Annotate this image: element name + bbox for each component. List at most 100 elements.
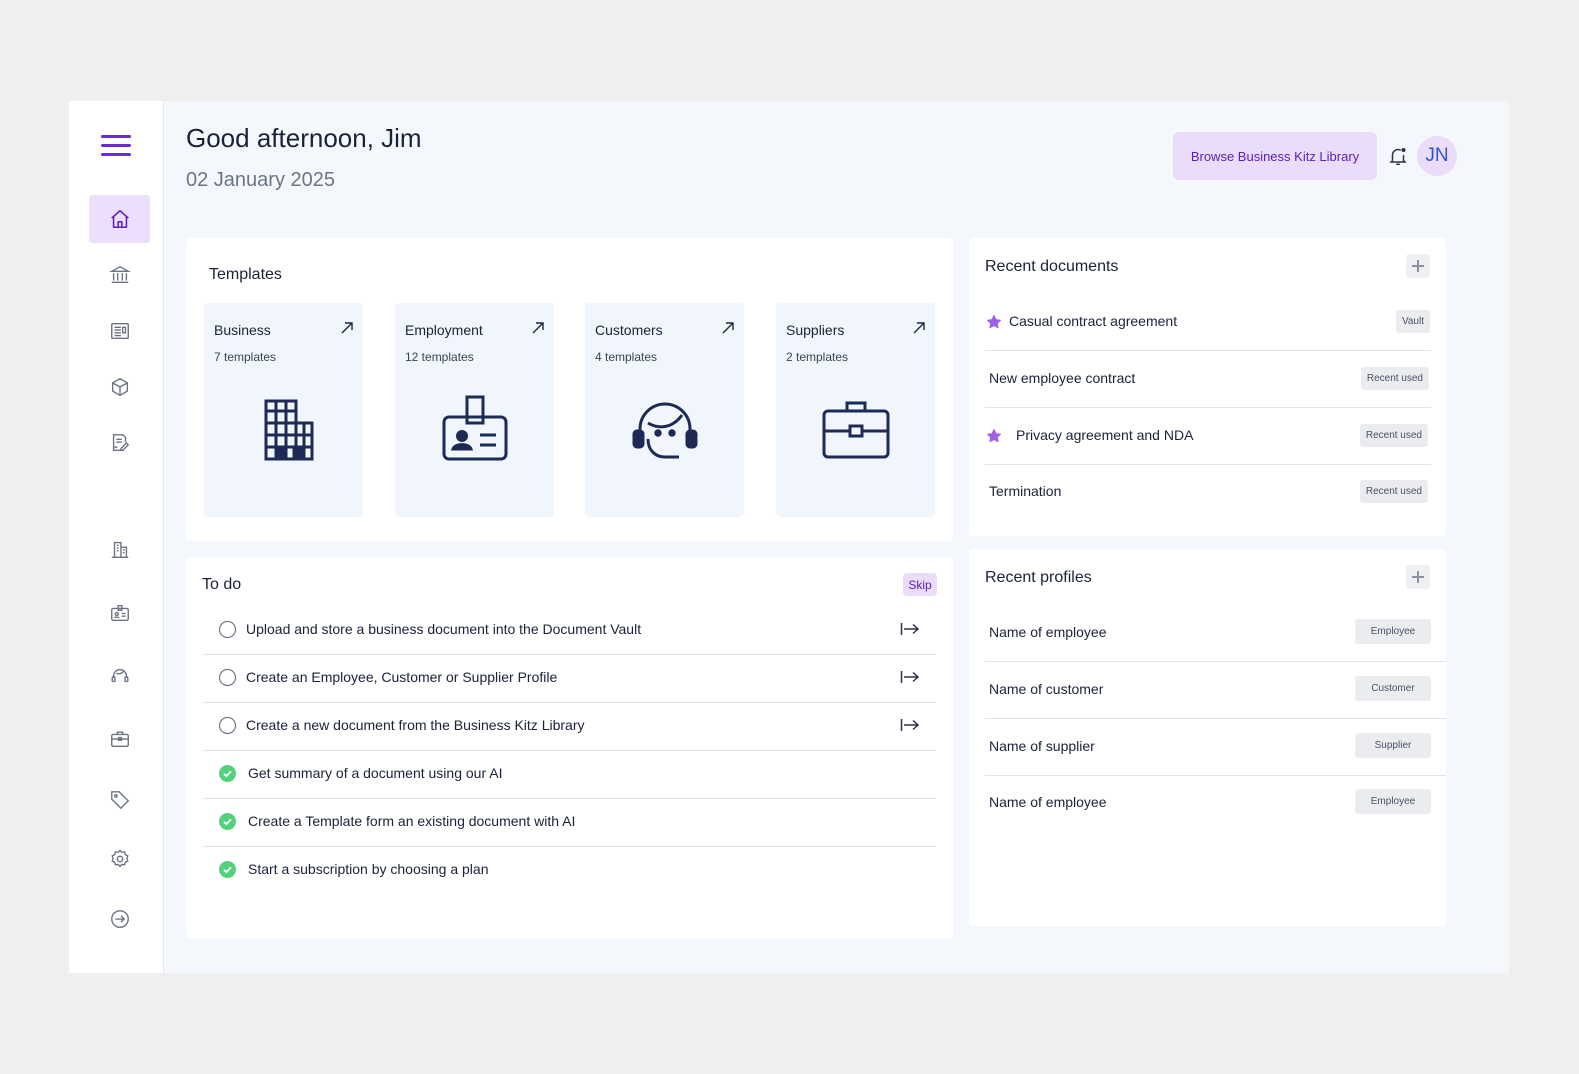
todo-item[interactable]: Create an Employee, Customer or Supplier…: [203, 655, 936, 703]
check-circle-icon: [219, 765, 236, 782]
todo-text: Get summary of a document using our AI: [248, 765, 503, 781]
arrow-up-right-icon: [341, 322, 353, 334]
todo-card: To do Skip Upload and store a business d…: [186, 557, 953, 939]
add-profile-button[interactable]: [1406, 565, 1430, 589]
todo-text: Start a subscription by choosing a plan: [248, 861, 489, 877]
gear-icon: [110, 849, 129, 868]
document-tag: Recent used: [1359, 424, 1428, 447]
template-name: Business: [214, 322, 271, 338]
logout-icon: [110, 910, 129, 928]
todo-title: To do: [202, 576, 242, 593]
arrow-right-to-bar-icon[interactable]: [900, 717, 920, 733]
document-name: Privacy agreement and NDA: [1016, 427, 1194, 443]
nav-suppliers[interactable]: [89, 715, 150, 763]
document-row[interactable]: Privacy agreement and NDA Recent used: [985, 408, 1431, 465]
profile-row[interactable]: Name of employee Employee: [985, 605, 1446, 662]
building-icon: [111, 541, 128, 558]
browse-library-button[interactable]: Browse Business Kitz Library: [1173, 132, 1377, 180]
template-name: Suppliers: [786, 322, 845, 338]
profile-tag: Supplier: [1355, 733, 1431, 758]
headset-icon: [632, 402, 698, 459]
template-name: Employment: [405, 322, 483, 338]
profile-tag: Employee: [1355, 619, 1431, 644]
unchecked-circle-icon[interactable]: [219, 621, 236, 638]
page-title: Good afternoon, Jim: [186, 123, 422, 153]
hamburger-menu-icon[interactable]: [101, 135, 131, 157]
template-count: 7 templates: [214, 350, 277, 364]
check-circle-icon: [219, 861, 236, 878]
nav-logout[interactable]: [89, 895, 150, 943]
template-count: 2 templates: [786, 350, 849, 364]
template-customers[interactable]: Customers 4 templates: [585, 303, 744, 517]
arrow-right-to-bar-icon[interactable]: [900, 621, 920, 637]
unchecked-circle-icon[interactable]: [219, 717, 236, 734]
todo-item[interactable]: Create a Template form an existing docum…: [203, 799, 936, 847]
arrow-up-right-icon: [722, 322, 734, 334]
unchecked-circle-icon[interactable]: [219, 669, 236, 686]
recent-documents-title: Recent documents: [985, 258, 1119, 275]
nav-tags[interactable]: [89, 776, 150, 824]
current-date: 02 January 2025: [186, 169, 336, 191]
document-row[interactable]: Casual contract agreement Vault: [985, 294, 1431, 351]
todo-item[interactable]: Create a new document from the Business …: [203, 703, 936, 751]
template-count: 4 templates: [595, 350, 658, 364]
document-tag: Vault: [1395, 310, 1430, 333]
nav-settings[interactable]: [89, 835, 150, 883]
template-suppliers[interactable]: Suppliers 2 templates: [776, 303, 935, 517]
todo-item[interactable]: Upload and store a business document int…: [203, 607, 936, 655]
todo-text: Upload and store a business document int…: [246, 621, 642, 637]
nav-home[interactable]: [89, 195, 150, 243]
arrow-up-right-icon: [532, 322, 544, 334]
star-icon: [987, 315, 1001, 329]
nav-customers[interactable]: [89, 652, 150, 700]
nav-packages[interactable]: [89, 363, 150, 411]
document-name: Termination: [989, 483, 1062, 499]
arrow-right-to-bar-icon[interactable]: [900, 669, 920, 685]
nav-documents[interactable]: [89, 307, 150, 355]
briefcase-icon: [822, 401, 890, 459]
todo-item[interactable]: Start a subscription by choosing a plan: [203, 847, 936, 895]
arrow-up-right-icon: [913, 322, 925, 334]
document-tag: Recent used: [1359, 480, 1428, 503]
nav-signatures[interactable]: [89, 419, 150, 467]
template-business[interactable]: Business 7 templates: [204, 303, 363, 517]
document-row[interactable]: Termination Recent used: [985, 464, 1431, 521]
recent-profiles-title: Recent profiles: [985, 569, 1092, 586]
todo-item[interactable]: Get summary of a document using our AI: [203, 751, 936, 799]
recent-profiles-card: Recent profiles Name of employee Employe…: [969, 549, 1446, 926]
signature-icon: [112, 434, 129, 452]
package-icon: [111, 378, 128, 396]
profile-name: Name of customer: [989, 681, 1104, 697]
check-circle-icon: [219, 813, 236, 830]
templates-card: Templates Business 7 templates Employmen…: [186, 238, 953, 541]
profile-tag: Customer: [1355, 676, 1431, 701]
templates-title: Templates: [209, 266, 282, 283]
recent-documents-card: Recent documents Casual contract agreeme…: [969, 238, 1446, 536]
todo-text: Create a Template form an existing docum…: [248, 813, 576, 829]
nav-bank[interactable]: [89, 251, 150, 299]
headset-icon: [111, 668, 128, 683]
profile-name: Name of supplier: [989, 738, 1095, 754]
home-icon: [110, 209, 129, 229]
nav-employment[interactable]: [89, 589, 150, 637]
profile-name: Name of employee: [989, 624, 1107, 640]
building-icon: [264, 399, 314, 461]
template-employment[interactable]: Employment 12 templates: [395, 303, 554, 517]
add-document-button[interactable]: [1406, 254, 1430, 278]
bank-icon: [108, 265, 131, 284]
sidebar: [69, 101, 164, 973]
template-name: Customers: [595, 322, 663, 338]
id-badge-icon: [110, 604, 129, 622]
avatar[interactable]: JN: [1417, 136, 1457, 176]
skip-button[interactable]: Skip: [903, 573, 937, 596]
id-badge-icon: [442, 395, 508, 461]
nav-business[interactable]: [89, 525, 150, 573]
notification-bell-icon[interactable]: [1387, 145, 1409, 167]
profile-name: Name of employee: [989, 794, 1107, 810]
document-row[interactable]: New employee contract Recent used: [985, 351, 1431, 408]
profile-row[interactable]: Name of employee Employee: [985, 775, 1446, 832]
profile-row[interactable]: Name of supplier Supplier: [985, 719, 1446, 776]
document-name: Casual contract agreement: [1009, 313, 1178, 329]
profile-row[interactable]: Name of customer Customer: [985, 662, 1446, 719]
briefcase-icon: [110, 731, 129, 748]
